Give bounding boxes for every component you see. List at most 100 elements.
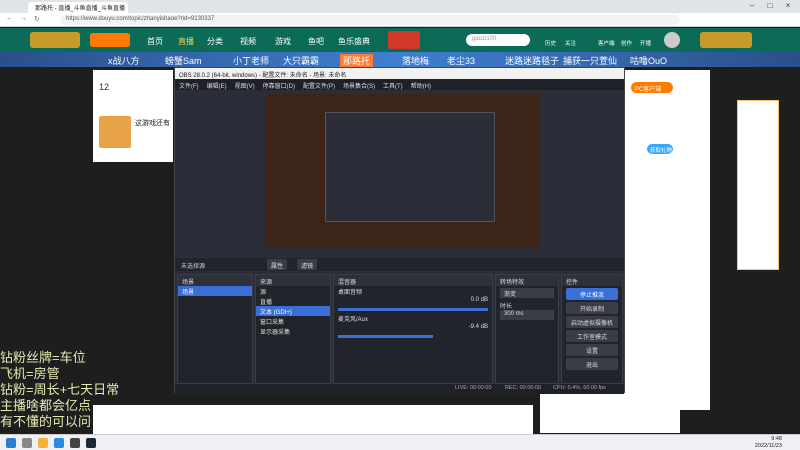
source-item[interactable]: 窗口采集 [256,316,330,326]
transition-select[interactable]: 渐变 [500,288,554,298]
windows-taskbar: 9:48 2022/11/23 [0,434,800,450]
nav-golive[interactable]: 开播 [640,39,651,47]
nav-history[interactable]: 历史 [545,39,556,47]
search-icon[interactable] [22,438,32,448]
source-item[interactable]: 源 [256,286,330,296]
live-timer: LIVE: 00:00:00 [455,385,492,391]
search-input[interactable]: gaozi100 [466,34,530,46]
volume-slider[interactable] [338,335,433,338]
clock-date: 2022/11/23 [754,443,782,449]
duration-label: 时长 [500,304,513,310]
marquee-item[interactable]: 老尘33 [447,54,475,67]
duration-input[interactable]: 300 ms [500,310,554,320]
controls-title: 控件 [562,275,622,286]
tab-title: 那路托 - 直播_斗鱼直播_斗鱼直播 [35,6,126,12]
rank-count: 12 [99,82,110,92]
avatar[interactable] [664,32,680,48]
nav-follow[interactable]: 关注 [565,39,576,47]
forward-icon[interactable]: → [20,15,27,22]
menu-profile[interactable]: 配置文件(P) [303,81,335,90]
mixer-dock: 混音器 桌面音频 0.0 dB 麦克风/Aux -9.4 dB [333,274,493,384]
marquee-item[interactable]: 迷路迷路毯子 [505,54,559,67]
marquee-item[interactable]: 落地梅 [402,54,429,67]
douyu-logo[interactable] [90,33,130,47]
menu-help[interactable]: 帮助(H) [411,81,431,90]
nav-category[interactable]: 分类 [207,36,223,47]
menu-docks[interactable]: 停靠窗口(D) [263,81,295,90]
clock-time: 9:48 [771,436,782,442]
start-icon[interactable] [6,438,16,448]
browser-tab-bar: 那路托 - 直播_斗鱼直播_斗鱼直播 – □ × [0,0,800,13]
menu-tools[interactable]: 工具(T) [383,81,403,90]
maximize-icon[interactable]: □ [762,1,778,12]
sources-dock: 来源 源 直播 文本 (GDI+) 窗口采集 显示器采集 [255,274,331,384]
reload-icon[interactable]: ↻ [34,15,40,23]
pc-client-badge[interactable]: PC客户端 [631,82,673,93]
anchor-avatar[interactable] [99,116,131,148]
marquee-item[interactable]: 小丁老师 [233,54,269,67]
nav-create[interactable]: 创作 [621,39,632,47]
activity-banner[interactable] [388,31,420,49]
volume-slider[interactable] [338,308,488,311]
chat-input-area[interactable] [540,393,680,433]
stop-stream-button[interactable]: 停止推流 [566,288,618,300]
edge-icon[interactable] [54,438,64,448]
minimize-icon[interactable]: – [744,1,760,12]
nav-live[interactable]: 直播 [178,36,194,47]
obs-preview[interactable] [265,94,539,248]
gift-button[interactable]: 获取礼物 [647,144,673,154]
browser-tab[interactable]: 那路托 - 直播_斗鱼直播_斗鱼直播 [28,2,128,13]
close-icon[interactable]: × [780,1,796,12]
obs-menu-bar: 文件(F) 编辑(E) 视图(V) 停靠窗口(D) 配置文件(P) 场景集合(S… [175,79,624,90]
nav-game[interactable]: 游戏 [275,36,291,47]
anchor-marquee: x战八方 螃蟹Sam 小丁老师 大只霸霸 那路托 落地梅 老尘33 迷路迷路毯子… [0,52,800,67]
nav-fishbar[interactable]: 鱼吧 [308,36,324,47]
settings-button[interactable]: 设置 [566,344,618,356]
filters-button[interactable]: 滤镜 [297,259,318,270]
nav-home[interactable]: 首页 [147,36,163,47]
mixer-channel-db: 0.0 dB [470,297,488,303]
exit-button[interactable]: 退出 [566,358,618,370]
menu-edit[interactable]: 编辑(E) [207,81,227,90]
marquee-item[interactable]: 螃蟹Sam [165,54,202,67]
scenes-dock: 场景 场景 [177,274,253,384]
studio-mode-button[interactable]: 工作室模式 [566,330,618,342]
source-item[interactable]: 文本 (GDI+) [256,306,330,316]
source-item[interactable]: 显示器采集 [256,326,330,336]
marquee-item[interactable]: 咕噜OuO [630,54,667,67]
room-info-panel: 12 这游戏还有 [93,70,173,162]
nested-preview [325,112,495,222]
scenes-title: 场景 [178,275,252,286]
nav-festival[interactable]: 鱼乐盛典 [338,36,370,47]
menu-view[interactable]: 视图(V) [235,81,255,90]
start-recording-button[interactable]: 开始录制 [566,302,618,314]
gift-bar[interactable] [93,405,533,435]
address-bar: ← → ↻ https://www.douyu.com/topic/zhanyi… [0,13,800,27]
mixer-title: 混音器 [334,275,492,286]
explorer-icon[interactable] [38,438,48,448]
nav-client[interactable]: 客户端 [598,39,615,47]
taskbar-clock[interactable]: 9:48 2022/11/23 [755,436,782,450]
obs-icon[interactable] [70,438,80,448]
festival-logo [30,32,80,48]
marquee-item[interactable]: 捕获一只萱仙 [563,54,617,67]
back-icon[interactable]: ← [6,15,13,22]
no-source-label: 未选择源 [181,264,206,270]
sources-title: 来源 [256,275,330,286]
side-ad[interactable] [737,100,779,270]
menu-scene-collection[interactable]: 场景集合(S) [343,81,375,90]
marquee-item[interactable]: 大只霸霸 [283,54,319,67]
obs-title-bar: OBS 28.0.2 (64-bit, windows) - 配置文件: 未命名… [175,68,624,79]
nav-video[interactable]: 视频 [240,36,256,47]
properties-button[interactable]: 属性 [267,259,288,270]
scene-item[interactable]: 场景 [178,286,252,296]
virtual-camera-button[interactable]: 启动虚拟摄像机 [566,316,618,328]
marquee-item[interactable]: 那路托 [340,54,374,67]
steam-icon[interactable] [86,438,96,448]
menu-file[interactable]: 文件(F) [179,81,199,90]
cpu-fps: CPU: 0.4%, 60.00 fps [553,385,606,391]
notice-line: 飞机=房管 [0,366,60,381]
source-item[interactable]: 直播 [256,296,330,306]
marquee-item[interactable]: x战八方 [108,54,140,67]
url-field[interactable]: https://www.douyu.com/topic/zhanyishaoe?… [60,15,680,25]
